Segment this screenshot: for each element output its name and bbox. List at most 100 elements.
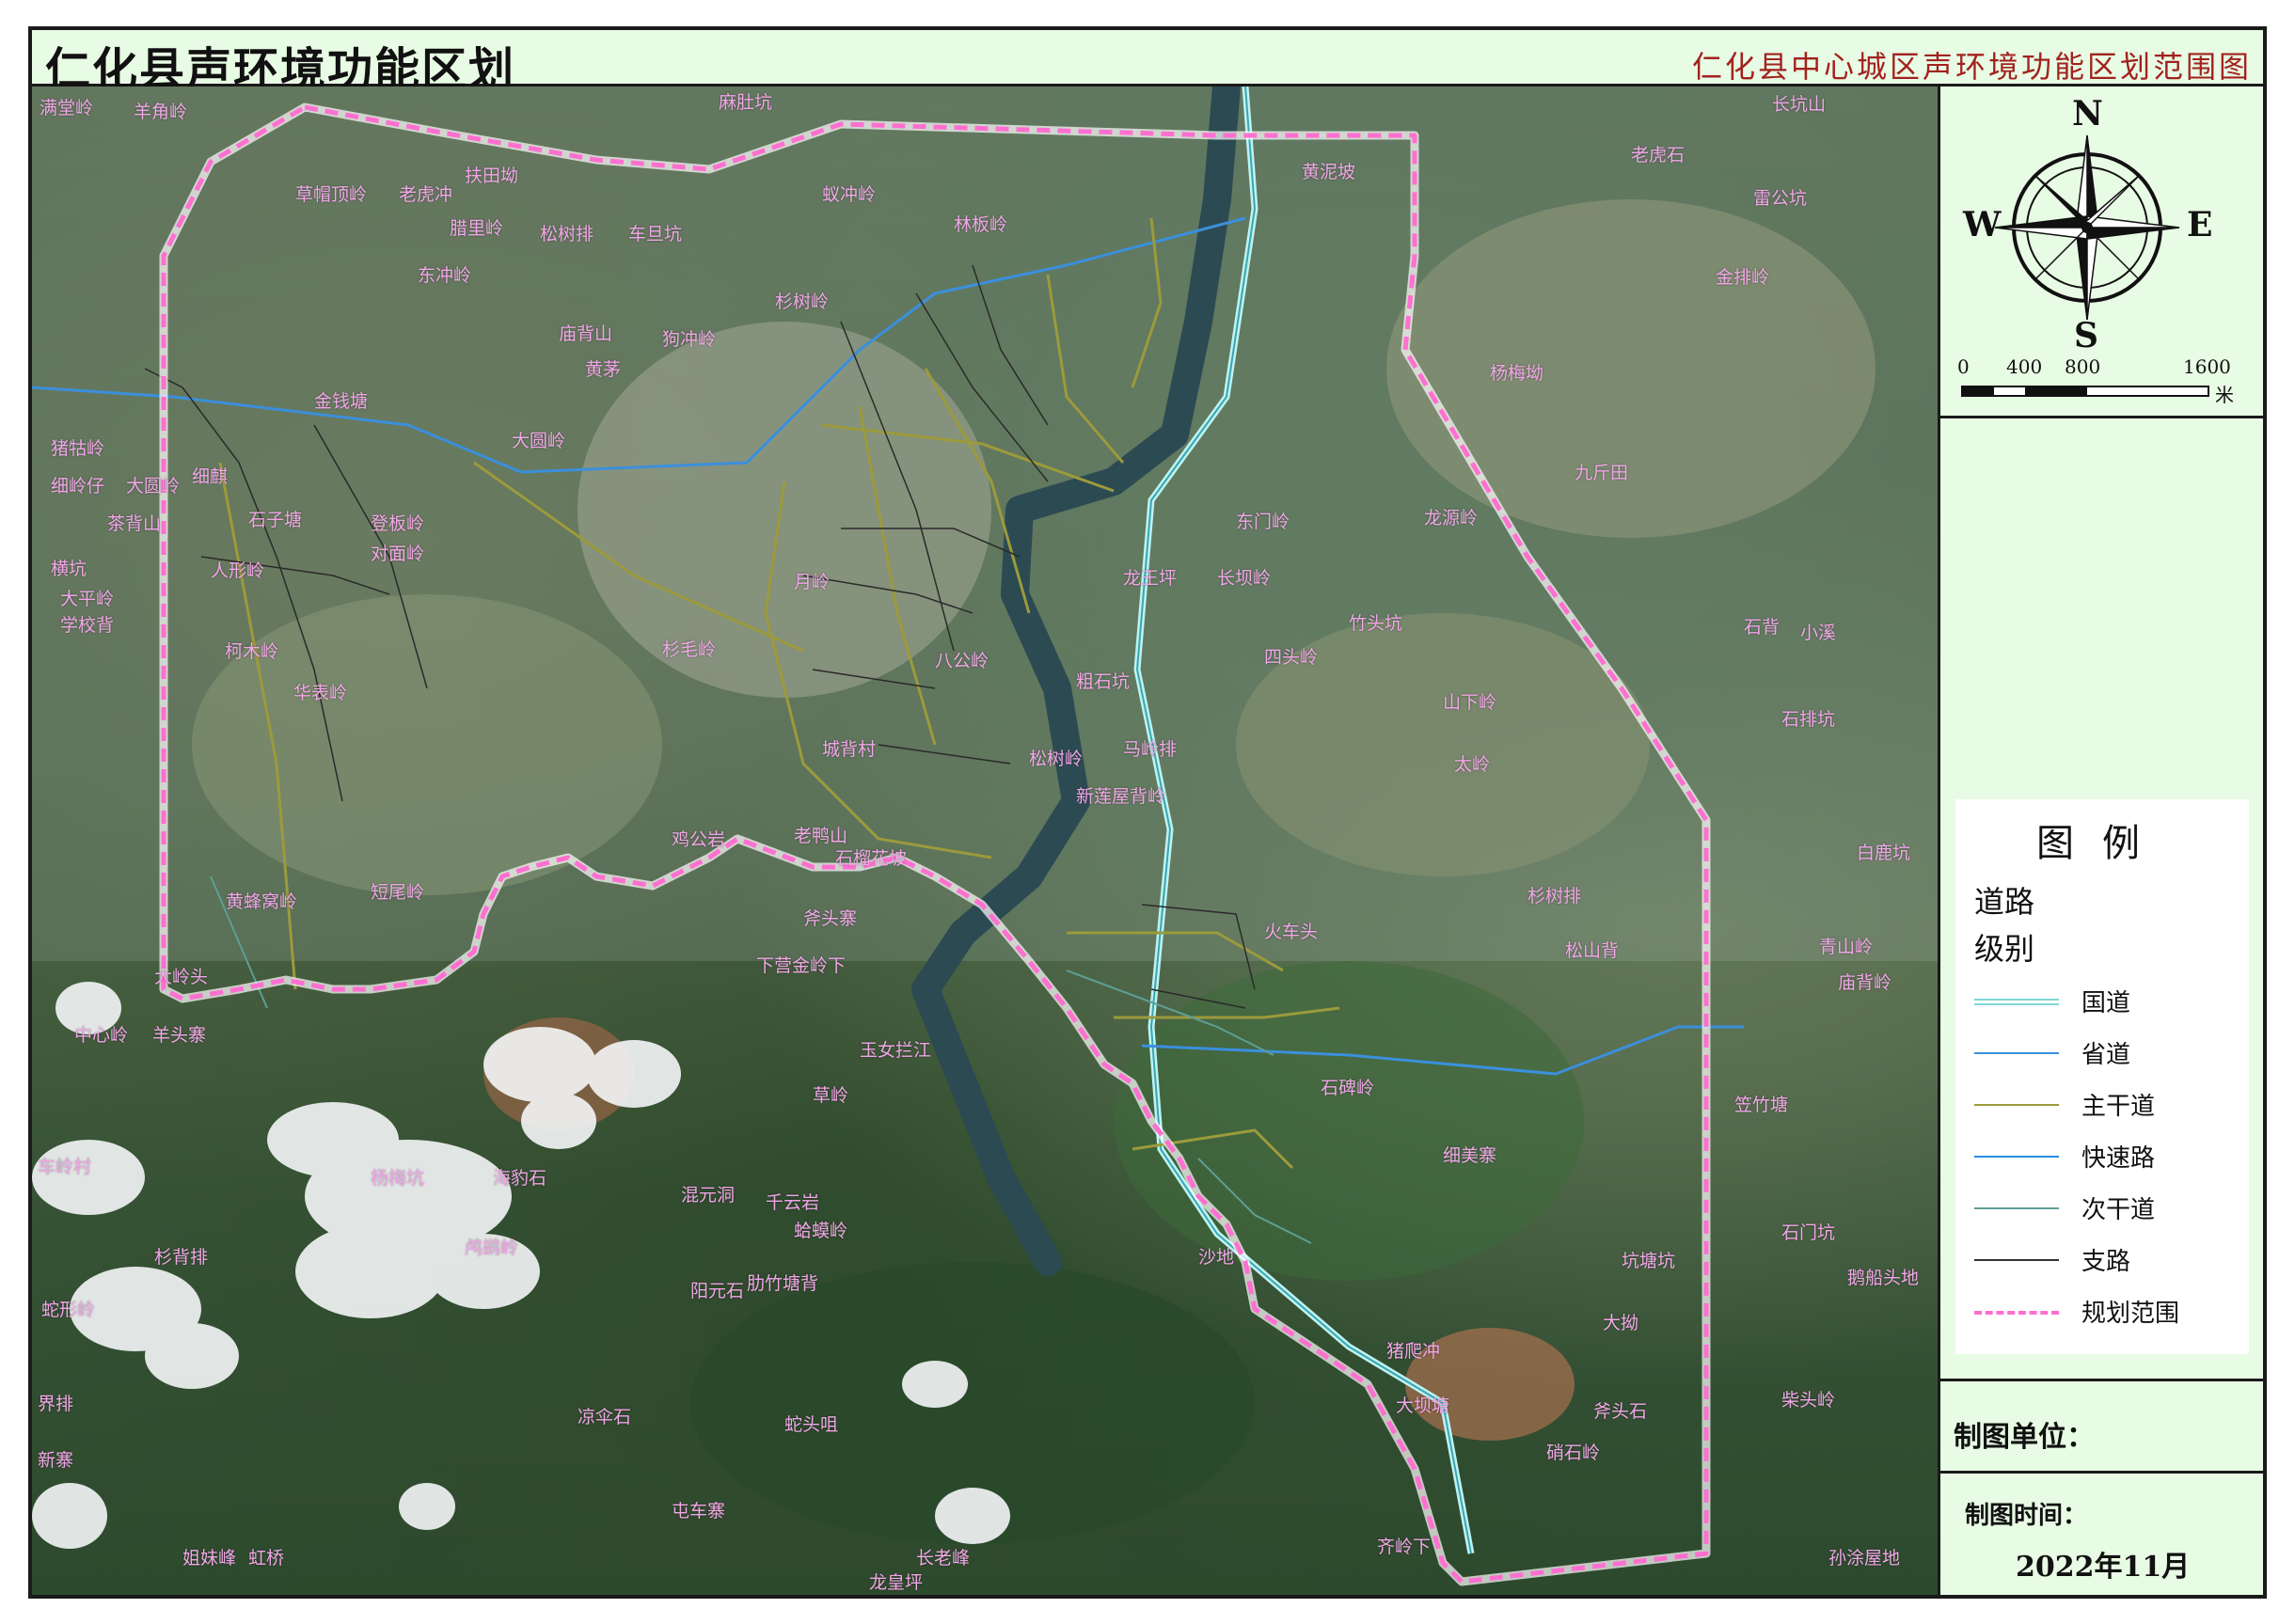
place-name-label: 雷公坑 <box>1753 188 1808 209</box>
place-name-label: 羊角岭 <box>134 102 188 122</box>
place-name-label: 黄泥坡 <box>1302 162 1356 182</box>
place-name-label: 横坑 <box>51 559 87 579</box>
place-name-label: 凉伞石 <box>578 1407 632 1427</box>
legend-label: 支路 <box>2081 1248 2131 1276</box>
place-name-label: 老虎石 <box>1631 145 1686 166</box>
place-name-label: 界排 <box>38 1394 74 1414</box>
map-time-section: 制图时间： 2022年11月 <box>1940 1471 2263 1598</box>
legend-group-title: 道路 <box>1974 884 2035 920</box>
place-name-label: 沙地 <box>1198 1247 1235 1268</box>
place-name-label: 华表岭 <box>293 683 348 703</box>
compass-west-label: W <box>1963 205 2002 244</box>
place-name-label: 四头岭 <box>1264 647 1319 668</box>
legend-label: 快速路 <box>2081 1144 2156 1173</box>
legend-symbol <box>1974 1104 2059 1106</box>
place-name-label: 松树岭 <box>1029 749 1084 769</box>
place-name-label: 马岭排 <box>1123 739 1178 760</box>
place-name-label: 腊里岭 <box>450 218 504 239</box>
place-name-label: 老虎冲 <box>399 184 453 205</box>
place-name-label: 千云岩 <box>766 1192 820 1213</box>
compass-south-label: S <box>2074 316 2098 355</box>
place-name-label: 麻肚坑 <box>719 92 773 113</box>
compass-north-label: N <box>2072 94 2103 134</box>
place-name-label: 九斤田 <box>1575 463 1629 483</box>
compass-section: N S W E 0 400 800 1600 米 <box>1940 87 2263 418</box>
scale-bar-track <box>1961 386 2209 397</box>
place-name-label: 中心岭 <box>74 1025 129 1046</box>
place-name-label: 硝石岭 <box>1546 1443 1601 1463</box>
legend-label: 次干道 <box>2081 1196 2156 1224</box>
place-name-label: 城背村 <box>822 739 877 760</box>
satellite-map[interactable]: 满堂岭 羊角岭 麻肚坑 长坑山 老虎石 扶田坳 草帽顶岭 老虎冲 黄泥坡 蚁冲岭 林板岭 雷公坑 腊里岭… <box>32 87 1938 1595</box>
place-name-label: 龙王坪 <box>1123 568 1178 589</box>
place-name-label: 羊头寨 <box>152 1025 207 1046</box>
place-name-label: 大圆岭 <box>126 476 181 497</box>
scale-tick-1600: 1600 <box>2183 355 2231 378</box>
place-name-label: 猪爬冲 <box>1386 1341 1441 1362</box>
place-name-label: 斧头石 <box>1593 1401 1648 1422</box>
legend-symbol <box>1974 1311 2059 1315</box>
place-name-label: 齐岭下 <box>1377 1537 1432 1557</box>
place-name-label: 姐妹峰 <box>182 1548 237 1569</box>
place-name-label: 月岭 <box>794 572 831 592</box>
place-name-label: 狗冲岭 <box>662 329 717 350</box>
place-name-label: 笠竹塘 <box>1734 1095 1789 1115</box>
place-name-label: 对面岭 <box>371 544 425 564</box>
place-name-label: 杉树岭 <box>775 292 830 312</box>
place-name-label: 蛇形岭 <box>41 1300 96 1320</box>
place-name-label: 肋竹塘背 <box>747 1273 819 1294</box>
place-name-label: 大拗 <box>1603 1313 1639 1333</box>
place-name-label: 长老峰 <box>916 1548 971 1569</box>
place-name-label: 鸡公岩 <box>672 829 726 850</box>
place-name-label: 坑塘坑 <box>1622 1251 1676 1271</box>
legend-item: 主干道 <box>1974 1087 2238 1125</box>
scale-tick-0: 0 <box>1957 355 1970 378</box>
place-name-label: 庙背岭 <box>1838 972 1892 993</box>
place-name-label: 大平岭 <box>60 589 115 609</box>
place-name-label: 金钱塘 <box>314 391 369 412</box>
legend-symbol <box>1974 1207 2059 1209</box>
place-name-label: 孙涂屋地 <box>1828 1548 1901 1569</box>
map-time-label: 制图时间： <box>1965 1502 2088 1530</box>
place-name-label: 林板岭 <box>954 214 1008 235</box>
map-overlay <box>32 87 1938 1586</box>
place-name-label: 玉女拦江 <box>860 1040 932 1061</box>
place-name-label: 人形岭 <box>211 560 265 581</box>
place-name-label: 太岭 <box>1454 754 1491 775</box>
place-name-label: 学校背 <box>60 615 115 636</box>
scale-tick-800: 800 <box>2065 355 2101 378</box>
place-name-label: 登板岭 <box>371 513 425 534</box>
place-name-label: 混元洞 <box>681 1185 736 1206</box>
place-name-label: 龙皇坪 <box>869 1572 924 1593</box>
legend-label: 国道 <box>2081 989 2131 1017</box>
legend-label: 省道 <box>2081 1041 2131 1069</box>
place-name-label: 车岭村 <box>38 1157 92 1177</box>
legend: 图例 道路 级别 国道 省道 主干道 快速路 次干道 支路 规划范围 <box>1955 799 2249 1354</box>
place-name-label: 青山岭 <box>1819 937 1874 957</box>
place-name-label: 山下岭 <box>1443 692 1497 713</box>
place-name-label: 石背 <box>1744 617 1781 638</box>
place-name-label: 八公岭 <box>935 651 989 671</box>
place-name-label: 下营金岭下 <box>756 955 847 976</box>
legend-item: 快速路 <box>1974 1139 2238 1176</box>
place-name-label: 松树排 <box>540 224 594 244</box>
place-name-label: 石门坑 <box>1781 1222 1836 1243</box>
place-name-label: 茶背山 <box>107 513 162 534</box>
compass-east-label: E <box>2187 205 2213 244</box>
place-name-label: 杉背排 <box>154 1247 209 1268</box>
place-name-label: 石榴花坡 <box>835 848 908 869</box>
legend-title: 图例 <box>2036 822 2168 865</box>
place-name-label: 长坝岭 <box>1217 568 1272 589</box>
scale-unit: 米 <box>2215 384 2234 406</box>
legend-group-subtitle: 级别 <box>1974 931 2035 967</box>
place-name-label: 杨梅坳 <box>1490 363 1544 384</box>
place-name-label: 虹桥 <box>248 1548 285 1569</box>
place-name-label: 车旦坑 <box>628 224 683 244</box>
map-subtitle: 仁化县中心城区声环境功能区划范围图 <box>1691 49 2252 85</box>
place-name-label: 猪牯岭 <box>51 438 105 459</box>
place-name-label: 细麒 <box>192 466 229 487</box>
place-name-label: 东冲岭 <box>418 265 472 286</box>
legend-item: 省道 <box>1974 1035 2238 1073</box>
place-name-label: 蚁冲岭 <box>822 184 877 205</box>
place-name-label: 草岭 <box>813 1085 849 1106</box>
